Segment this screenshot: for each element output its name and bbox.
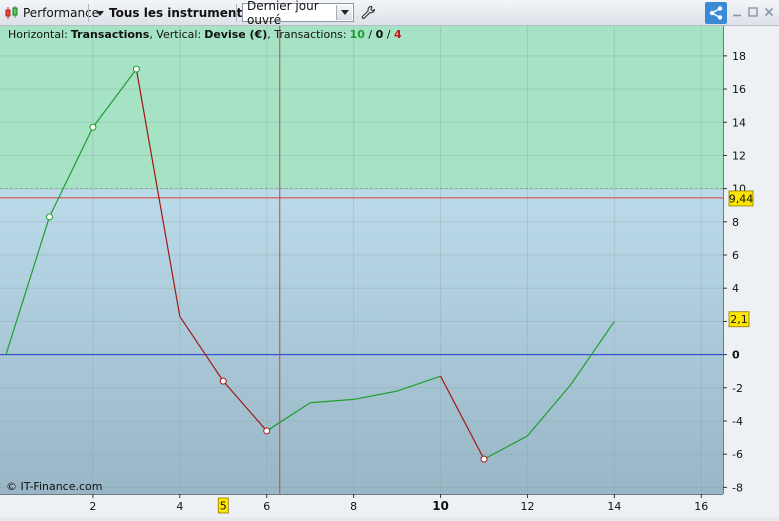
trade-marker <box>219 377 227 385</box>
y-tick-label: 6 <box>732 249 739 262</box>
share-button[interactable] <box>705 2 727 24</box>
copyright-text: © IT-Finance.com <box>6 480 103 493</box>
x-tick-label: 6 <box>263 500 270 513</box>
bottom-axis-panel <box>0 494 779 517</box>
share-icon <box>709 6 723 20</box>
y-tick-label: 8 <box>732 216 739 229</box>
x-tick-label: 12 <box>520 500 534 513</box>
candlestick-icon <box>5 6 18 19</box>
close-button[interactable] <box>762 5 775 19</box>
x-tick-label: 10 <box>432 499 449 513</box>
x-tick-label: 2 <box>89 500 96 513</box>
chart-legend: Horizontal: Transactions, Vertical: Devise… <box>8 28 402 41</box>
chevron-down-icon <box>96 10 104 16</box>
x-tick-label: 4 <box>176 500 183 513</box>
performance-chart[interactable]: 181614121086420-2-4-6-8 246810121416 9,4… <box>0 26 779 517</box>
settings-wrench-button[interactable] <box>359 3 377 22</box>
cursor-x-badge: 5 <box>220 500 227 513</box>
y-tick-label: 4 <box>732 282 739 295</box>
toolbar: Performance Tous les instruments Dernier… <box>0 0 779 27</box>
last-value-badge: 2,1 <box>730 313 748 326</box>
close-icon <box>764 7 773 17</box>
y-tick-label: -2 <box>732 382 743 395</box>
y-tick-label: -8 <box>732 481 743 494</box>
performance-button[interactable]: Performance <box>4 0 99 26</box>
y-tick-label: 12 <box>732 149 746 162</box>
instruments-dropdown[interactable]: Tous les instruments <box>96 0 249 26</box>
reference-value-badge: 9,44 <box>729 192 754 205</box>
y-tick-label: 16 <box>732 83 746 96</box>
period-select[interactable]: Dernier jour ouvré <box>242 0 354 27</box>
toolbar-separator <box>88 4 89 22</box>
y-tick-label: 18 <box>732 50 746 63</box>
y-tick-label: 14 <box>732 116 746 129</box>
trade-marker <box>45 213 53 221</box>
y-tick-label: -4 <box>732 415 743 428</box>
trade-marker <box>480 455 488 463</box>
y-tick-label: -6 <box>732 448 743 461</box>
trade-marker <box>89 123 97 131</box>
instruments-label: Tous les instruments <box>109 6 250 20</box>
trade-marker <box>263 427 271 435</box>
chart-area[interactable]: 181614121086420-2-4-6-8 246810121416 9,4… <box>0 26 779 517</box>
x-tick-label: 16 <box>694 500 708 513</box>
x-tick-label: 14 <box>607 500 621 513</box>
wrench-icon <box>361 5 375 19</box>
minimize-icon <box>732 14 741 17</box>
maximize-button[interactable] <box>746 5 759 19</box>
toolbar-separator <box>236 4 237 22</box>
maximize-icon <box>747 7 758 17</box>
right-axis-panel <box>723 26 779 517</box>
dropdown-arrow-icon[interactable] <box>336 5 352 20</box>
minimize-button[interactable] <box>730 5 743 19</box>
x-tick-label: 8 <box>350 500 357 513</box>
y-tick-label: 0 <box>732 349 740 362</box>
trade-marker <box>132 65 140 73</box>
